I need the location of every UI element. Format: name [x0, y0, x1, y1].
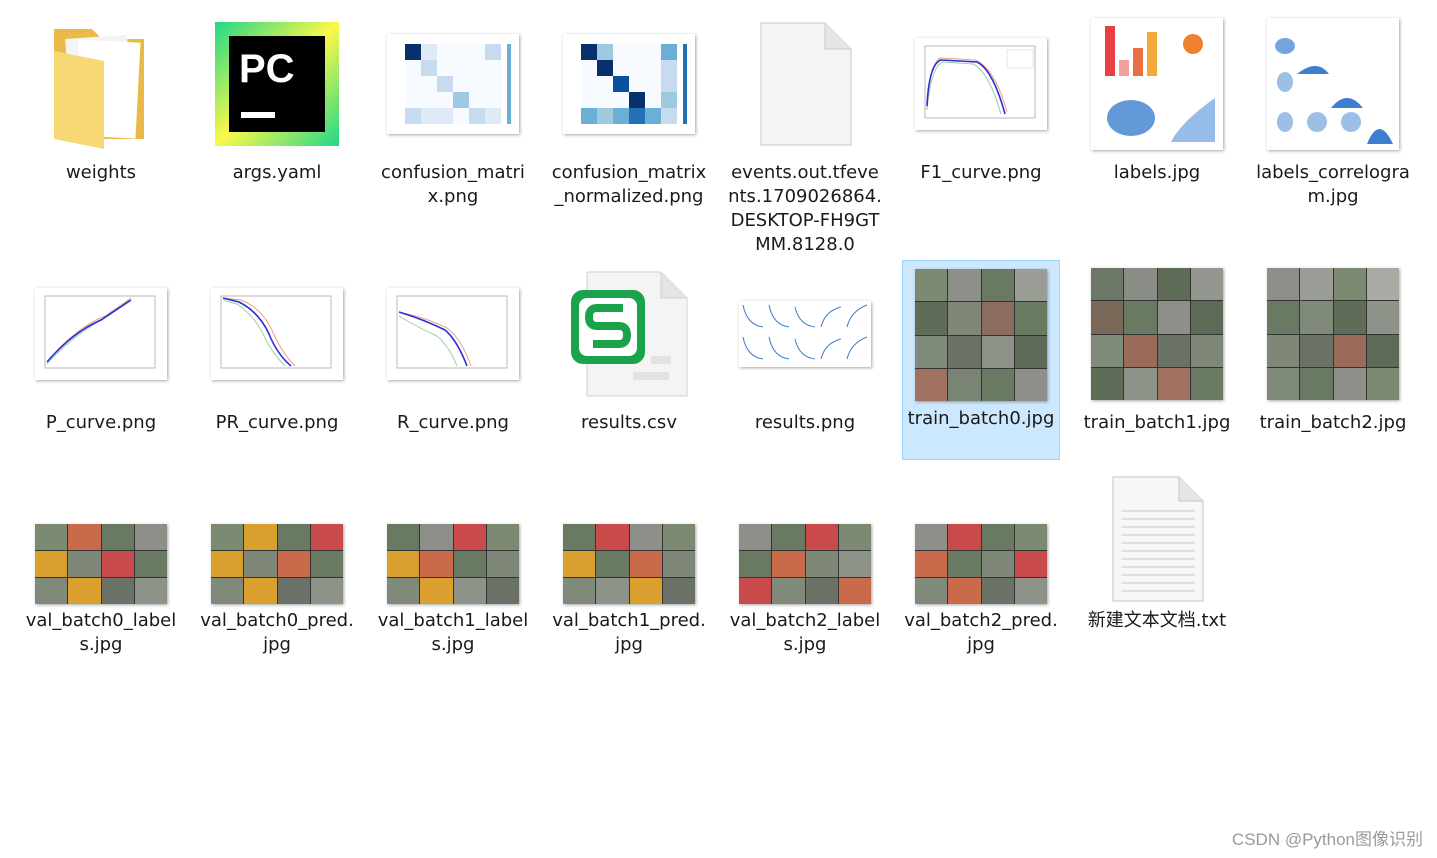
file-name: val_batch0_pred.jpg	[200, 610, 354, 655]
file-name: confusion_matrix.png	[381, 162, 525, 207]
file-item[interactable]: val_batch1_labels.jpg	[375, 494, 531, 674]
watermark: CSDN @Python图像识别	[1231, 830, 1423, 849]
file-name: train_batch0.jpg	[907, 408, 1055, 429]
file-item[interactable]: val_batch2_pred.jpg	[903, 494, 1059, 674]
file-item[interactable]: events.out.tfevents.1709026864.DESKTOP-F…	[727, 14, 883, 255]
file-item-selected[interactable]: train_batch0.jpg	[902, 260, 1060, 460]
file-item[interactable]: train_batch2.jpg	[1255, 264, 1411, 464]
file-item[interactable]: R_curve.png	[375, 264, 531, 464]
photo-mosaic-thumbnail	[1079, 264, 1235, 404]
file-name: train_batch1.jpg	[1083, 412, 1231, 433]
file-name: R_curve.png	[397, 412, 509, 433]
pycharm-icon: PC	[199, 14, 355, 154]
file-name: P_curve.png	[45, 412, 157, 433]
file-name: args.yaml	[232, 162, 322, 183]
file-name: PR_curve.png	[215, 412, 339, 433]
file-name: 新建文本文档.txt	[1087, 610, 1227, 631]
file-name: results.png	[754, 412, 856, 433]
file-item[interactable]: results.png	[727, 264, 883, 464]
labels-thumbnail	[1079, 14, 1235, 154]
file-item[interactable]: train_batch1.jpg	[1079, 264, 1235, 464]
correlogram-thumbnail	[1255, 14, 1411, 154]
file-name: F1_curve.png	[920, 162, 1042, 183]
file-name: val_batch0_labels.jpg	[25, 610, 177, 655]
curve-thumbnail	[375, 264, 531, 404]
file-name: results.csv	[581, 412, 677, 433]
file-name: val_batch1_pred.jpg	[552, 610, 706, 655]
file-item[interactable]: F1_curve.png	[903, 14, 1059, 214]
file-name: val_batch1_labels.jpg	[377, 610, 529, 655]
file-item[interactable]: PC args.yaml	[199, 14, 355, 214]
file-item[interactable]: val_batch0_labels.jpg	[23, 494, 179, 674]
file-item[interactable]: confusion_matrix.png	[375, 14, 531, 214]
file-item[interactable]: results.csv	[551, 264, 707, 464]
file-name: confusion_matrix_normalized.png	[551, 162, 707, 207]
confusion-matrix-thumbnail	[375, 14, 531, 154]
blank-file-icon	[727, 14, 883, 154]
file-item[interactable]: labels.jpg	[1079, 14, 1235, 214]
results-thumbnail	[727, 264, 883, 404]
photo-mosaic-thumbnail	[903, 265, 1059, 405]
file-name: val_batch2_pred.jpg	[904, 610, 1058, 655]
photo-mosaic-thumbnail	[1255, 264, 1411, 404]
file-name: val_batch2_labels.jpg	[729, 610, 881, 655]
file-name: weights	[65, 162, 137, 183]
confusion-matrix-normalized-thumbnail	[551, 14, 707, 154]
file-name: train_batch2.jpg	[1259, 412, 1407, 433]
text-file-icon	[1079, 474, 1235, 604]
file-item[interactable]: val_batch0_pred.jpg	[199, 494, 355, 674]
spreadsheet-icon	[551, 264, 707, 404]
curve-thumbnail	[199, 264, 355, 404]
file-item[interactable]: weights	[23, 14, 179, 214]
file-item[interactable]: 新建文本文档.txt	[1079, 474, 1235, 674]
curve-thumbnail	[23, 264, 179, 404]
curve-thumbnail	[903, 14, 1059, 154]
file-item[interactable]: labels_correlogram.jpg	[1255, 14, 1411, 214]
file-name: labels_correlogram.jpg	[1256, 162, 1410, 207]
file-item[interactable]: PR_curve.png	[199, 264, 355, 464]
file-name: events.out.tfevents.1709026864.DESKTOP-F…	[728, 162, 882, 255]
file-item[interactable]: P_curve.png	[23, 264, 179, 464]
file-item[interactable]: val_batch2_labels.jpg	[727, 494, 883, 674]
svg-text:PC: PC	[239, 47, 295, 91]
file-item[interactable]: val_batch1_pred.jpg	[551, 494, 707, 674]
file-name: labels.jpg	[1113, 162, 1201, 183]
file-item[interactable]: confusion_matrix_normalized.png	[551, 14, 707, 214]
folder-icon	[23, 14, 179, 154]
